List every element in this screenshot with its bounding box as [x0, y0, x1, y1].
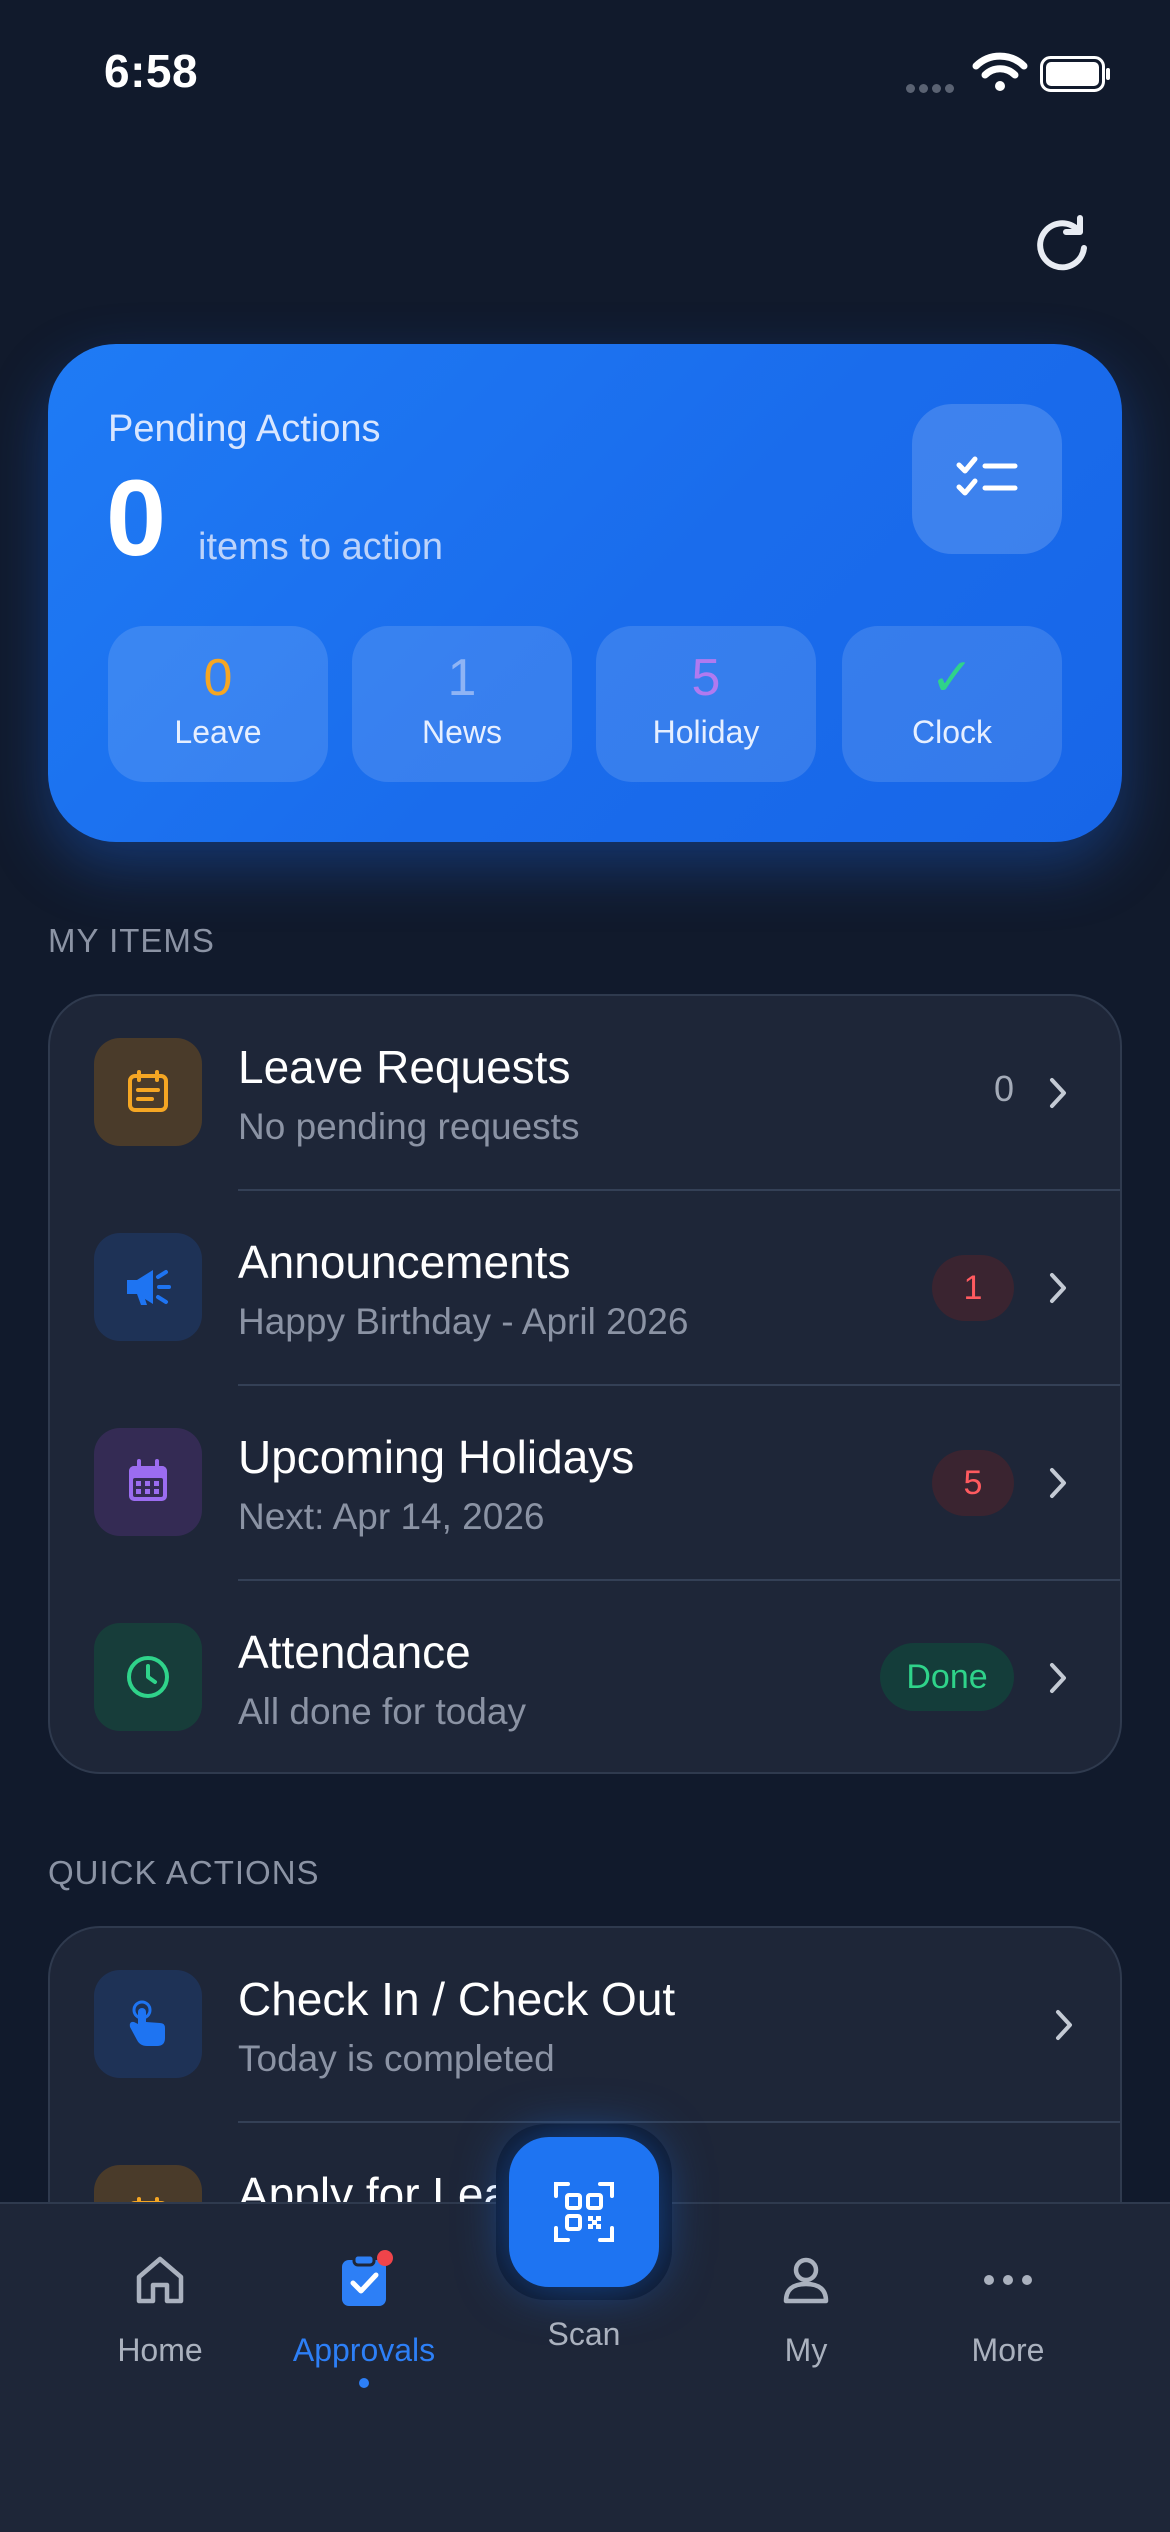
checklist-icon	[956, 456, 1018, 496]
pending-actions-title: Pending Actions	[108, 408, 381, 450]
stat-clock-value: ✓	[930, 649, 974, 707]
list-item-title: Announcements	[238, 1236, 571, 1288]
my-items-heading: MY ITEMS	[48, 922, 215, 959]
stat-leave-label: Leave	[174, 714, 262, 750]
list-item-leave-requests[interactable]: Leave Requests No pending requests 0	[50, 996, 1120, 1191]
megaphone-icon	[127, 1270, 171, 1305]
nav-my[interactable]: My	[706, 2240, 906, 2369]
quick-actions-heading: QUICK ACTIONS	[48, 1854, 320, 1891]
list-item-announcements[interactable]: Announcements Happy Birthday - April 202…	[50, 1191, 1120, 1386]
list-item-title: Attendance	[238, 1626, 471, 1678]
battery-icon	[1040, 56, 1110, 92]
cellular-signal-icon	[906, 80, 958, 98]
chevron-right-icon	[1056, 2010, 1072, 2040]
stat-holiday[interactable]: 5 Holiday	[596, 626, 816, 782]
clipboard-check-icon	[342, 2250, 393, 2306]
pending-count: 0	[106, 457, 167, 578]
holidays-icon-box	[94, 1428, 202, 1536]
list-item-subtitle: All done for today	[238, 1691, 526, 1732]
list-item-title: Leave Requests	[238, 1041, 571, 1093]
home-icon	[136, 2256, 184, 2304]
list-item-subtitle: Next: Apr 14, 2026	[238, 1496, 545, 1537]
nav-more[interactable]: More	[908, 2240, 1108, 2369]
announcements-icon-box	[94, 1233, 202, 1341]
nav-home[interactable]: Home	[60, 2240, 260, 2369]
my-items-card: Leave Requests No pending requests 0 Ann…	[48, 994, 1122, 1774]
clock-icon	[127, 1656, 169, 1698]
list-item-subtitle: No pending requests	[238, 1106, 580, 1147]
status-time: 6:58	[104, 45, 199, 97]
tap-hand-icon	[129, 2000, 165, 2046]
list-item-check-in-out[interactable]: Check In / Check Out Today is completed	[50, 1928, 1120, 2123]
leave-icon-box	[94, 1038, 202, 1146]
stat-leave[interactable]: 0 Leave	[108, 626, 328, 782]
nav-my-label: My	[784, 2332, 828, 2368]
stat-leave-value: 0	[203, 649, 233, 707]
stat-news[interactable]: 1 News	[352, 626, 572, 782]
checklist-button[interactable]	[912, 404, 1062, 554]
chevron-right-icon	[1050, 1273, 1066, 1303]
list-item-subtitle: Happy Birthday - April 2026	[238, 1301, 689, 1342]
list-item-title: Upcoming Holidays	[238, 1431, 635, 1483]
list-item-title: Check In / Check Out	[238, 1973, 676, 2025]
nav-more-label: More	[971, 2332, 1045, 2368]
nav-approvals[interactable]: Approvals	[264, 2240, 464, 2369]
stat-holiday-label: Holiday	[652, 714, 760, 750]
stat-holiday-value: 5	[691, 649, 721, 707]
calendar-note-icon	[128, 1070, 168, 1112]
nav-scan-label: Scan	[547, 2316, 621, 2352]
attendance-icon-box	[94, 1623, 202, 1731]
wifi-icon	[972, 52, 1028, 91]
count-badge: 5	[932, 1450, 1014, 1516]
list-item-upcoming-holidays[interactable]: Upcoming Holidays Next: Apr 14, 2026 5	[50, 1386, 1120, 1581]
check-in-icon-box	[94, 1970, 202, 2078]
count-badge: 1	[932, 1255, 1014, 1321]
stat-news-label: News	[421, 714, 502, 750]
list-item-subtitle: Today is completed	[238, 2038, 555, 2079]
active-indicator	[359, 2378, 369, 2388]
chevron-right-icon	[1050, 1078, 1066, 1108]
status-badge: Done	[880, 1643, 1014, 1711]
user-icon	[783, 2257, 829, 2304]
scan-button[interactable]	[496, 2124, 672, 2300]
stat-clock-label: Clock	[911, 714, 992, 750]
refresh-icon[interactable]	[1030, 212, 1094, 276]
nav-home-label: Home	[117, 2332, 203, 2368]
qr-scan-icon	[554, 2182, 614, 2242]
stat-clock[interactable]: ✓ Clock	[842, 626, 1062, 782]
more-dots-icon	[984, 2275, 1032, 2285]
list-item-attendance[interactable]: Attendance All done for today Done	[50, 1581, 1120, 1772]
chevron-right-icon	[1050, 1663, 1066, 1693]
pending-subtitle: items to action	[198, 526, 443, 568]
list-item-count: 0	[993, 1068, 1014, 1109]
stat-news-value: 1	[447, 649, 477, 707]
nav-approvals-label: Approvals	[292, 2332, 436, 2368]
calendar-grid-icon	[129, 1459, 167, 1501]
chevron-right-icon	[1050, 1468, 1066, 1498]
